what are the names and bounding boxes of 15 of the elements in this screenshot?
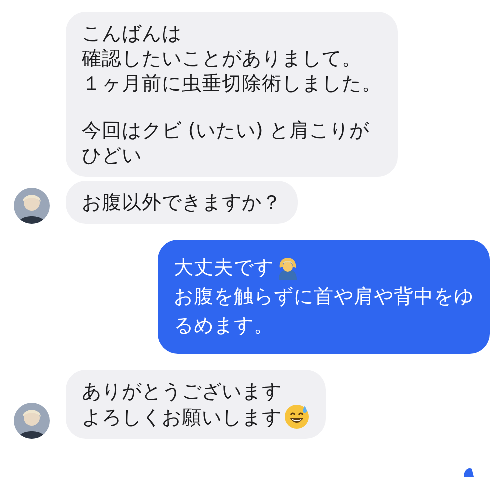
message-text: １ヶ月前に虫垂切除術しました。 — [82, 71, 382, 96]
gesturing-person-icon — [276, 256, 300, 280]
message-text: こんばんは — [82, 21, 182, 46]
message-text: 確認したいことがありまして。 — [82, 46, 362, 71]
message-text: ひどい — [82, 143, 142, 168]
message-text: よろしくお願いします — [82, 404, 282, 430]
message-text: お腹を触らずに首や肩や背中をゆ — [174, 284, 474, 310]
message-text: 大丈夫です — [174, 255, 274, 281]
avatar[interactable] — [14, 403, 50, 439]
smiley-icon — [284, 404, 310, 430]
message-text: お腹以外できますか？ — [82, 190, 282, 215]
message-text: ありがとうございます — [82, 379, 282, 404]
message-text: るめます。 — [174, 313, 274, 339]
message-text: 今回はクビ (いたい) と肩こりが — [82, 118, 370, 143]
avatar[interactable] — [14, 188, 50, 224]
